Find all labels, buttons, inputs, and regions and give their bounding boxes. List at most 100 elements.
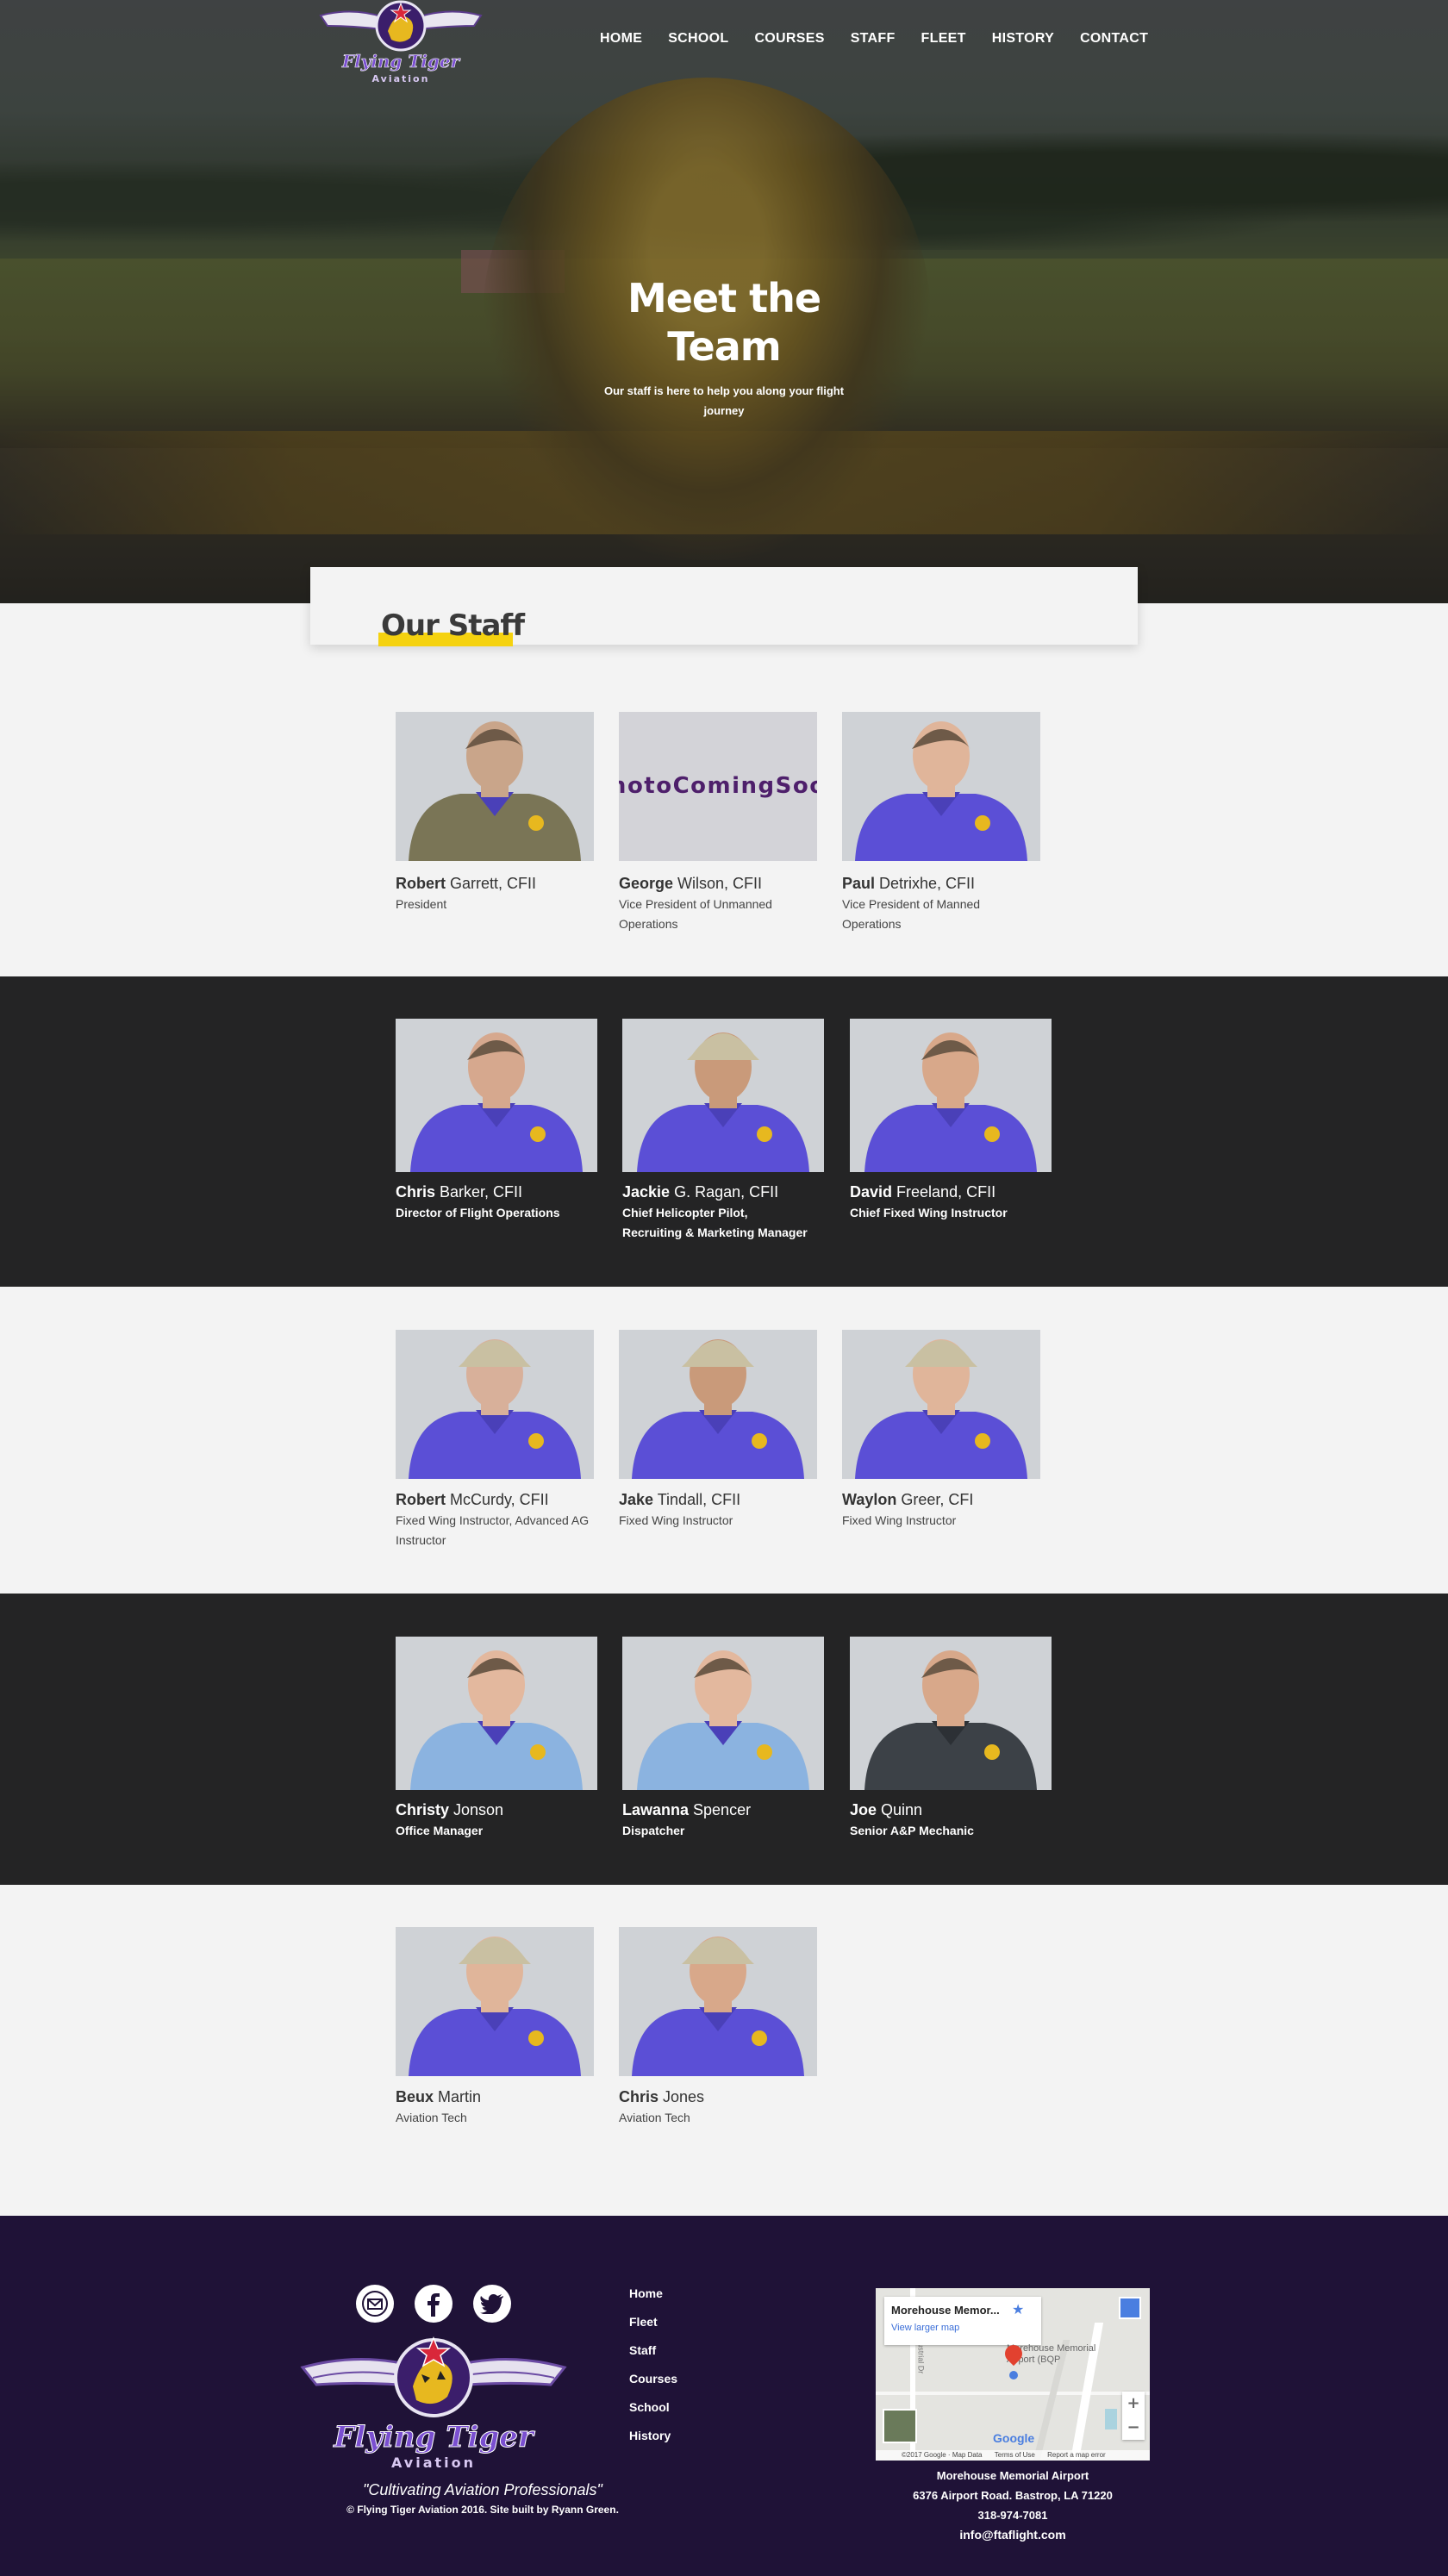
staff-last-name: Wilson, CFII — [673, 875, 763, 892]
nav-contact[interactable]: CONTACT — [1067, 31, 1161, 47]
map-road — [876, 2392, 1150, 2395]
site-footer: Flying Tiger Aviation "Cultivating Aviat… — [0, 2216, 1448, 2576]
footer-motto: "Cultivating Aviation Professionals" — [363, 2481, 602, 2498]
staff-role-line: Operations — [619, 917, 678, 931]
staff-member: Paul Detrixhe, CFII Vice President of Man… — [842, 712, 1058, 931]
map-terms-link[interactable]: Terms of Use — [995, 2451, 1035, 2459]
staff-member: David Freeland, CFII Chief Fixed Wing Ins… — [850, 1019, 1069, 1234]
map-star-icon[interactable]: ★ — [1012, 2301, 1024, 2317]
staff-role-line: Chief Fixed Wing Instructor — [850, 1206, 1008, 1219]
footer-logo[interactable]: Flying Tiger Aviation — [296, 2333, 571, 2479]
hero-subtitle-line2: journey — [703, 404, 745, 417]
staff-last-name: Martin — [434, 2088, 482, 2105]
map-airport-icon — [1009, 2371, 1018, 2380]
staff-member: Jackie G. Ragan, CFII Chief Helicopter Pi… — [622, 1019, 841, 1239]
view-larger-map-link[interactable]: View larger map — [891, 2323, 959, 2333]
staff-first-name: Jackie — [622, 1183, 671, 1201]
staff-role-line: Office Manager — [396, 1824, 484, 1837]
footer-links: Home Fleet Staff Courses School History — [629, 2286, 677, 2457]
email-icon[interactable] — [356, 2285, 394, 2323]
hero-title-line1: Meet the — [627, 275, 821, 321]
facebook-icon[interactable] — [415, 2285, 452, 2323]
staff-member: Chris Barker, CFII Director of Flight Ope… — [396, 1019, 615, 1234]
staff-photo — [396, 712, 594, 861]
staff-role-line: Fixed Wing Instructor — [619, 1513, 733, 1527]
staff-role-line: Vice President of Manned — [842, 897, 981, 911]
footer-copyright: © Flying Tiger Aviation 2016. Site built… — [259, 2504, 707, 2516]
map-place-name: Morehouse Memor... — [891, 2304, 1000, 2317]
staff-first-name: Paul — [842, 875, 876, 892]
nav-courses[interactable]: COURSES — [741, 31, 837, 47]
staff-member: PhotoComingSoon George Wilson, CFII Vice P… — [619, 712, 834, 931]
staff-name: Chris Jones — [619, 2087, 704, 2106]
staff-photo — [619, 1927, 817, 2076]
staff-photo — [842, 1330, 1040, 1479]
staff-role: President — [396, 895, 446, 914]
nav-school[interactable]: SCHOOL — [655, 31, 741, 47]
staff-member: Jake Tindall, CFII Fixed Wing Instructor — [619, 1330, 834, 1542]
map-info-card: Morehouse Memor... ★ View larger map — [884, 2297, 1041, 2345]
address-street: 6376 Airport Road. Bastrop, LA 71220 — [913, 2489, 1113, 2502]
staff-role-line: Chief Helicopter Pilot, — [622, 1206, 748, 1219]
site-logo[interactable]: Flying Tiger Aviation — [317, 0, 484, 90]
staff-name: Waylon Greer, CFI — [842, 1490, 973, 1509]
staff-last-name: Detrixhe, CFII — [875, 875, 976, 892]
staff-role-line: Instructor — [396, 1533, 446, 1547]
map-attribution-bar: ©2017 Google · Map Data Terms of Use Rep… — [876, 2450, 1150, 2461]
staff-first-name: Chris — [396, 1183, 436, 1201]
staff-role-line: Aviation Tech — [619, 2111, 690, 2124]
google-map[interactable]: Industrial Dr Morehouse Memor... ★ View … — [876, 2288, 1150, 2461]
staff-first-name: Chris — [619, 2088, 659, 2105]
staff-photo — [622, 1637, 824, 1790]
staff-first-name: Lawanna — [622, 1801, 690, 1818]
nav-staff[interactable]: STAFF — [838, 31, 908, 47]
nav-history[interactable]: HISTORY — [979, 31, 1067, 47]
staff-first-name: George — [619, 875, 674, 892]
photo-coming-soon: PhotoComingSoon — [619, 712, 817, 861]
staff-role: Office Manager — [396, 1821, 483, 1841]
footer-link-home[interactable]: Home — [629, 2286, 677, 2315]
nav-home[interactable]: HOME — [600, 31, 655, 47]
main-nav: HOME SCHOOL COURSES STAFF FLEET HISTORY … — [600, 31, 1161, 47]
footer-address: Morehouse Memorial Airport 6376 Airport … — [862, 2466, 1164, 2545]
staff-role-line: President — [396, 897, 447, 911]
twitter-icon[interactable] — [473, 2285, 511, 2323]
footer-link-courses[interactable]: Courses — [629, 2372, 677, 2400]
staff-first-name: Christy — [396, 1801, 450, 1818]
footer-link-history[interactable]: History — [629, 2429, 677, 2457]
zoom-in-button[interactable]: + — [1122, 2392, 1145, 2416]
map-satellite-thumb[interactable] — [883, 2409, 917, 2443]
copyright-text: © Flying Tiger Aviation 2016. Site built… — [346, 2504, 552, 2516]
footer-link-school[interactable]: School — [629, 2400, 677, 2429]
staff-role-line: Senior A&P Mechanic — [850, 1824, 974, 1837]
staff-photo — [396, 1927, 594, 2076]
map-report-link[interactable]: Report a map error — [1047, 2451, 1106, 2459]
staff-name: Robert McCurdy, CFII — [396, 1490, 549, 1509]
staff-role-line: Aviation Tech — [396, 2111, 467, 2124]
staff-name: Jackie G. Ragan, CFII — [622, 1182, 778, 1201]
nav-fleet[interactable]: FLEET — [908, 31, 979, 47]
staff-name: George Wilson, CFII — [619, 874, 762, 893]
map-google-logo: Google — [993, 2431, 1035, 2445]
staff-member: Joe Quinn Senior A&P Mechanic — [850, 1637, 1069, 1852]
staff-role-line: Fixed Wing Instructor — [842, 1513, 957, 1527]
map-person-icon[interactable] — [1119, 2297, 1141, 2319]
staff-last-name: Quinn — [877, 1801, 923, 1818]
staff-photo — [622, 1019, 824, 1172]
staff-role-line: Dispatcher — [622, 1824, 685, 1837]
staff-member: Christy Jonson Office Manager — [396, 1637, 615, 1852]
staff-first-name: Waylon — [842, 1491, 897, 1508]
staff-member: Chris Jones Aviation Tech — [619, 1927, 834, 2139]
map-water — [1105, 2409, 1117, 2429]
address-email[interactable]: info@ftaflight.com — [862, 2525, 1164, 2545]
zoom-out-button[interactable]: − — [1122, 2416, 1145, 2440]
footer-link-fleet[interactable]: Fleet — [629, 2315, 677, 2343]
staff-role: Vice President of Manned Operations — [842, 895, 980, 934]
staff-member: Lawanna Spencer Dispatcher — [622, 1637, 841, 1852]
staff-member: Robert Garrett, CFII President — [396, 712, 611, 926]
footer-link-staff[interactable]: Staff — [629, 2343, 677, 2372]
address-phone[interactable]: 318-974-7081 — [862, 2505, 1164, 2525]
staff-last-name: Greer, CFI — [896, 1491, 974, 1508]
staff-last-name: Jonson — [449, 1801, 504, 1818]
staff-role-line: Director of Flight Operations — [396, 1206, 560, 1219]
